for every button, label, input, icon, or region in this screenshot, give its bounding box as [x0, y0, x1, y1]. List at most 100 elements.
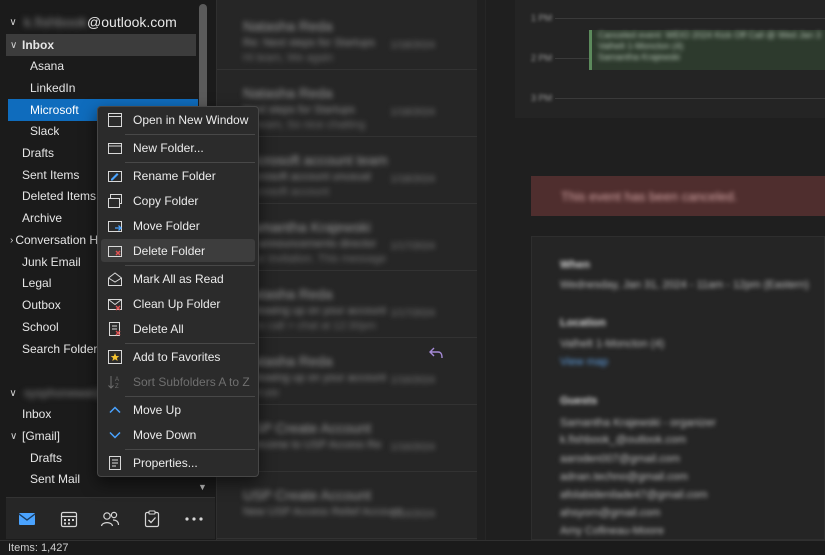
folder-label: Drafts — [30, 451, 63, 465]
delete-folder-icon — [108, 246, 122, 257]
chevron-right-icon: › — [10, 234, 14, 246]
more-icon — [185, 516, 203, 521]
message-item[interactable]: Natasha Reda Re: Next steps for Startups… — [217, 4, 479, 70]
menu-add-to-favorites[interactable]: Add to Favorites — [101, 345, 255, 368]
nav-calendar-button[interactable] — [53, 503, 85, 535]
folder-label: Slack — [30, 124, 60, 138]
folder-search-folders[interactable]: Search Folders — [22, 338, 103, 360]
message-date: 1/18/2024 — [390, 107, 436, 118]
folder-inbox[interactable]: ∨ Inbox — [6, 34, 196, 56]
calendar-time-label: 1 PM — [531, 13, 553, 23]
folder-conversation-history[interactable]: › Conversation History — [10, 229, 98, 251]
menu-move-down[interactable]: Move Down — [101, 423, 255, 446]
message-item[interactable]: USP Create Account New USP Access Relief… — [217, 473, 479, 539]
copy-folder-icon — [108, 194, 122, 208]
folder-deleted-items[interactable]: Deleted Items — [22, 185, 96, 207]
nav-more-button[interactable] — [178, 503, 210, 535]
menu-new-folder[interactable]: New Folder... — [101, 136, 255, 159]
guests-label: Guests — [560, 395, 598, 407]
menu-clean-up-folder[interactable]: Clean Up Folder — [101, 292, 255, 315]
items-count: Items: 1,427 — [8, 542, 69, 554]
folder-label: Inbox — [22, 38, 54, 52]
folder-drafts[interactable]: Drafts — [22, 142, 54, 164]
svg-text:A: A — [115, 377, 119, 383]
view-map-link[interactable]: View map — [560, 356, 608, 368]
calendar-event[interactable]: Canceled event: WEIO 2024 Kick Off Call … — [589, 30, 825, 70]
menu-delete-all[interactable]: Delete All — [101, 317, 255, 340]
guest-item: Amy Cofineau-Moore — [560, 525, 664, 537]
calendar-gridline — [555, 18, 825, 19]
chevron-down-icon: ∨ — [10, 430, 18, 442]
message-preview: Intro call > chat at 12:30pm — [243, 320, 376, 332]
menu-delete-folder[interactable]: Delete Folder — [101, 239, 255, 262]
event-organizer: Samantha Krajewski — [598, 52, 681, 62]
menu-move-up[interactable]: Move Up — [101, 398, 255, 421]
menu-label: Clean Up Folder — [133, 296, 221, 311]
message-subject: All announcements director — [243, 238, 377, 250]
folder-asana[interactable]: Asana — [30, 55, 64, 77]
folder-gmail-inbox[interactable]: Inbox — [22, 403, 51, 425]
menu-open-in-new-window[interactable]: Open in New Window — [101, 108, 255, 131]
folder-legal[interactable]: Legal — [22, 272, 51, 294]
sort-icon: AZ — [108, 376, 119, 390]
menu-separator — [125, 343, 255, 344]
reading-pane: 1 PM 2 PM 3 PM Canceled event: WEIO 2024… — [487, 0, 825, 540]
folder-label: Legal — [22, 276, 52, 290]
account-header-outlook[interactable]: ∨ k.fishbook @outlook.com — [0, 11, 196, 33]
folder-gmail[interactable]: ∨ [Gmail] — [10, 425, 60, 447]
scroll-down-arrow-icon[interactable]: ▼ — [198, 482, 207, 492]
guest-item: k.fishbook_@outlook.com — [560, 434, 687, 446]
menu-separator — [125, 265, 255, 266]
new-window-icon — [108, 113, 122, 127]
message-date: 1/17/2024 — [390, 241, 436, 252]
folder-gmail-drafts[interactable]: Drafts — [30, 447, 62, 469]
menu-copy-folder[interactable]: Copy Folder — [101, 189, 255, 212]
guest-item: aaroden007@gmail.com — [560, 453, 681, 465]
event-title: Canceled event: WEIO 2024 Kick Off Call … — [598, 30, 821, 40]
nav-tasks-button[interactable] — [136, 503, 168, 535]
folder-junk-email[interactable]: Junk Email — [22, 251, 81, 273]
folder-school[interactable]: School — [22, 316, 59, 338]
folder-linkedin[interactable]: LinkedIn — [30, 77, 75, 99]
menu-label: Delete Folder — [133, 243, 206, 258]
menu-move-folder[interactable]: Move Folder — [101, 214, 255, 237]
clean-up-icon — [108, 299, 122, 311]
menu-label: Rename Folder — [133, 168, 216, 183]
message-list-scrollbar[interactable] — [477, 0, 485, 540]
module-nav-bar — [6, 497, 215, 539]
folder-label: Microsoft — [30, 103, 79, 117]
message-preview: Hi team, So nice chatting — [243, 119, 366, 131]
menu-separator — [125, 134, 255, 135]
nav-people-button[interactable] — [94, 503, 126, 535]
event-details: When Wednesday, Jan 31, 2024 - 11am - 12… — [531, 236, 825, 540]
nav-mail-button[interactable] — [11, 503, 43, 535]
folder-label: Sent Mail — [30, 472, 81, 486]
folder-slack[interactable]: Slack — [30, 120, 59, 142]
message-date: 1/18/2024 — [390, 40, 436, 51]
canceled-banner: This event has been canceled. — [531, 176, 825, 216]
folder-label: [Gmail] — [22, 429, 61, 443]
folder-outbox[interactable]: Outbox — [22, 294, 61, 316]
menu-mark-all-as-read[interactable]: Mark All as Read — [101, 267, 255, 290]
menu-rename-folder[interactable]: Rename Folder — [101, 164, 255, 187]
menu-label: Move Down — [133, 427, 197, 442]
folder-gmail-sent-mail[interactable]: Sent Mail — [30, 468, 80, 490]
folder-label: Conversation History — [15, 233, 98, 247]
canceled-banner-text: This event has been canceled. — [561, 188, 738, 204]
message-date: 1/16/2024 — [390, 509, 436, 520]
message-sender: Samantha Krajewski — [243, 219, 371, 235]
menu-properties[interactable]: Properties... — [101, 451, 255, 474]
menu-label: Add to Favorites — [133, 349, 221, 364]
message-date: 1/18/2024 — [390, 174, 436, 185]
menu-label: Properties... — [133, 455, 198, 470]
rename-folder-icon — [108, 171, 122, 182]
folder-archive[interactable]: Archive — [22, 207, 62, 229]
move-up-icon — [109, 406, 121, 414]
message-subject: Microsoft account unusual — [243, 171, 371, 183]
menu-label: Copy Folder — [133, 193, 199, 208]
chevron-down-icon: ∨ — [9, 387, 17, 399]
folder-sent-items[interactable]: Sent Items — [22, 164, 79, 186]
message-sender: USP Create Account — [243, 420, 372, 436]
menu-separator — [125, 162, 255, 163]
menu-label: New Folder... — [133, 140, 204, 155]
